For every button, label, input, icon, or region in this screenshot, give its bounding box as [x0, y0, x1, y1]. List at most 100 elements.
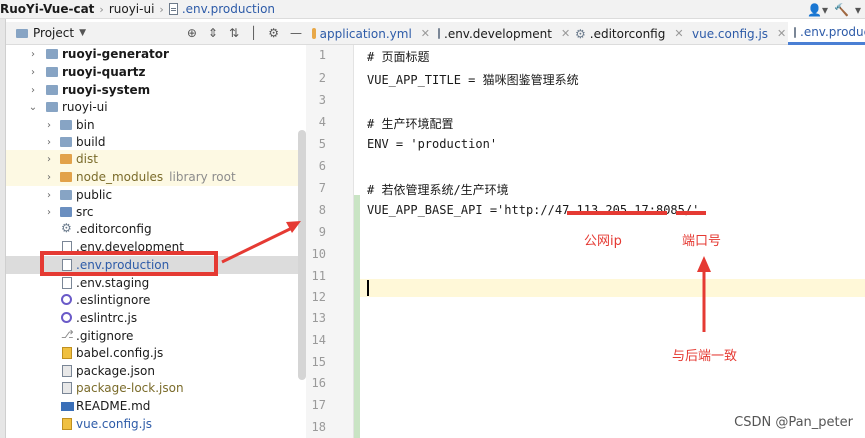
tree-item-label: .gitignore	[76, 329, 134, 343]
tree-item-label: .editorconfig	[76, 222, 152, 236]
yaml-file-icon	[312, 28, 316, 39]
js-file-icon	[62, 418, 72, 430]
tree-item-ruoyi-quartz[interactable]: › ruoyi-quartz	[6, 63, 306, 81]
tree-item-package-json[interactable]: package.json	[6, 362, 306, 380]
locate-icon[interactable]: ⊕	[187, 26, 197, 40]
tree-item-label: dist	[76, 152, 98, 166]
tree-item-readme[interactable]: README.md	[6, 397, 306, 415]
tree-item-label: package.json	[76, 364, 156, 378]
tab-editorconfig[interactable]: ⚙ .editorconfig ✕	[569, 22, 684, 45]
tree-item-ruoyi-ui[interactable]: ⌄ ruoyi-ui	[6, 98, 306, 116]
line-number: 14	[311, 333, 326, 347]
collapse-arrow-icon[interactable]: ⌄	[28, 102, 38, 113]
tab-env-development[interactable]: .env.development ✕	[432, 22, 570, 45]
tree-item-src[interactable]: › src	[6, 203, 306, 221]
current-line-highlight	[360, 279, 865, 297]
expand-arrow-icon[interactable]: ›	[44, 120, 54, 131]
ip-underline	[567, 211, 667, 215]
source-folder-icon	[60, 207, 72, 217]
tree-item-build[interactable]: › build	[6, 133, 306, 151]
expand-arrow-icon[interactable]: ›	[44, 190, 54, 201]
line-number: 18	[311, 420, 326, 434]
tree-item-public[interactable]: › public	[6, 186, 306, 204]
tree-item-label: ruoyi-generator	[62, 47, 169, 61]
hide-icon[interactable]: │	[250, 26, 257, 40]
tree-scrollbar[interactable]	[298, 130, 306, 380]
code-line[interactable]: # 若依管理系统/生产环境	[367, 181, 509, 198]
tab-label: .env.development	[444, 26, 552, 41]
line-number: 15	[311, 355, 326, 369]
code-line[interactable]: ENV = 'production'	[367, 137, 497, 151]
breadcrumb-project[interactable]: RuoYi-Vue-cat	[0, 2, 94, 16]
tree-item-eslintrc[interactable]: .eslintrc.js	[6, 309, 306, 327]
library-root-hint: library root	[169, 170, 236, 184]
tree-item-babel-config[interactable]: babel.config.js	[6, 344, 306, 362]
expand-all-icon[interactable]: ⇅	[229, 26, 239, 40]
tree-item-bin[interactable]: › bin	[6, 116, 306, 134]
build-hammer-icon[interactable]: 🔨	[834, 3, 849, 17]
tree-item-env-staging[interactable]: .env.staging	[6, 274, 306, 292]
tab-vue-config[interactable]: vue.config.js ✕	[682, 22, 786, 45]
code-line[interactable]: # 页面标题	[367, 48, 429, 65]
tree-item-label: .eslintignore	[76, 293, 151, 307]
expand-arrow-icon[interactable]: ›	[44, 207, 54, 218]
tree-item-node-modules[interactable]: › node_modules library root	[6, 168, 306, 186]
eslint-icon	[61, 294, 72, 305]
line-number: 4	[318, 115, 326, 129]
project-tree[interactable]: › ruoyi-generator › ruoyi-quartz › ruoyi…	[6, 45, 306, 438]
line-number: 3	[318, 93, 326, 107]
project-panel-header: Project ▼ ⊕ ⇕ ⇅ │ ⚙ —	[6, 22, 306, 45]
code-line[interactable]: # 生产环境配置	[367, 115, 453, 132]
tree-item-dist[interactable]: › dist	[6, 150, 306, 168]
breadcrumb-file[interactable]: .env.production	[182, 2, 275, 16]
expand-arrow-icon[interactable]: ›	[44, 154, 54, 165]
code-line[interactable]: VUE_APP_TITLE = 猫咪图鉴管理系统	[367, 71, 579, 88]
collapse-all-icon[interactable]: ⇕	[208, 26, 218, 40]
folder-icon	[60, 190, 72, 200]
line-number: 2	[318, 71, 326, 85]
line-number: 5	[318, 137, 326, 151]
toolbar-right: 👤▾ 🔨 ▾	[807, 0, 865, 19]
close-icon[interactable]: ✕	[421, 27, 430, 40]
expand-arrow-icon[interactable]: ›	[44, 137, 54, 148]
expand-arrow-icon[interactable]: ›	[44, 172, 54, 183]
tree-item-editorconfig[interactable]: ⚙ .editorconfig	[6, 220, 306, 238]
highlight-box	[40, 251, 218, 276]
gear-icon[interactable]: ⚙	[268, 26, 279, 40]
tab-application-yml[interactable]: application.yml ✕	[306, 22, 430, 45]
user-icon[interactable]: 👤▾	[807, 3, 828, 17]
line-number: 10	[311, 247, 326, 261]
tree-item-label: build	[76, 135, 106, 149]
backend-annotation: 与后端一致	[672, 349, 738, 364]
expand-arrow-icon[interactable]: ›	[28, 85, 38, 96]
tree-item-label: .env.staging	[76, 276, 150, 290]
chevron-right-icon: ›	[99, 2, 104, 16]
tree-item-package-lock[interactable]: package-lock.json	[6, 379, 306, 397]
tab-env-production[interactable]: .env.production	[788, 22, 865, 45]
line-number: 11	[311, 269, 326, 283]
breadcrumb-module[interactable]: ruoyi-ui	[109, 2, 155, 16]
tree-item-ruoyi-system[interactable]: › ruoyi-system	[6, 81, 306, 99]
vcs-change-marker[interactable]	[354, 195, 360, 438]
tree-item-vue-config[interactable]: vue.config.js	[6, 415, 306, 433]
minimize-icon[interactable]: —	[290, 26, 302, 40]
tree-item-ruoyi-generator[interactable]: › ruoyi-generator	[6, 45, 306, 63]
tree-item-label: package-lock.json	[76, 381, 184, 395]
config-gear-icon: ⚙	[61, 221, 72, 235]
expand-arrow-icon[interactable]: ›	[28, 49, 38, 60]
project-panel-tools: ⊕ ⇕ ⇅ │ ⚙ —	[187, 26, 306, 40]
run-config-dropdown[interactable]: ▾	[855, 3, 861, 17]
tree-item-label: node_modules	[76, 170, 164, 184]
line-number: 12	[311, 290, 326, 304]
expand-arrow-icon[interactable]: ›	[28, 67, 38, 78]
tab-label: vue.config.js	[692, 26, 769, 41]
tree-item-eslintignore[interactable]: .eslintignore	[6, 291, 306, 309]
tree-item-label: src	[76, 205, 94, 219]
tree-item-gitignore[interactable]: ⎇ .gitignore	[6, 327, 306, 345]
breadcrumb: RuoYi-Vue-cat › ruoyi-ui › .env.producti…	[0, 0, 865, 19]
tab-label: .env.production	[800, 25, 865, 39]
close-icon[interactable]: ✕	[777, 27, 786, 40]
project-view-selector[interactable]: Project ▼	[6, 26, 86, 40]
chevron-down-icon: ▼	[79, 28, 86, 38]
folder-icon	[46, 102, 58, 112]
